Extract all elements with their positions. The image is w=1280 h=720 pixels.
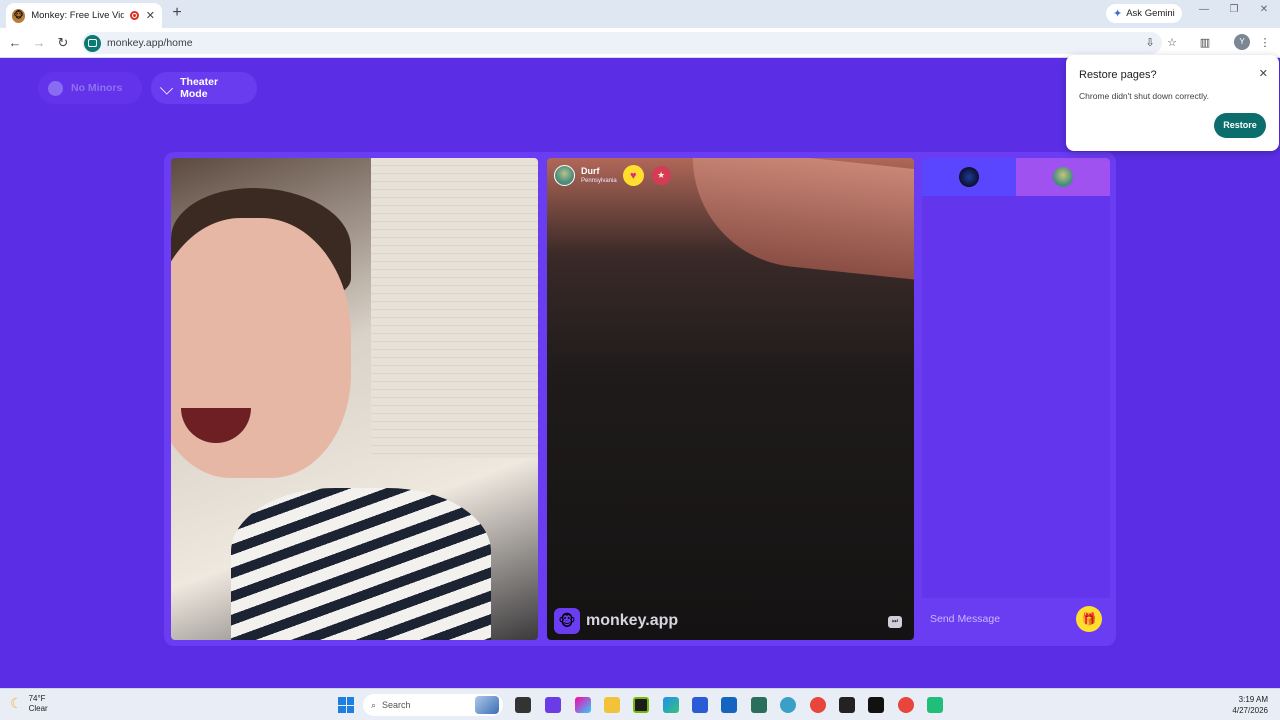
- striped-shirt: [231, 488, 491, 640]
- send-message-placeholder: Send Message: [930, 613, 1001, 625]
- taskbar-search[interactable]: ⌕ Search: [363, 694, 503, 716]
- monkey-logo-icon: 🐵: [554, 608, 580, 634]
- minimize-icon[interactable]: —: [1196, 4, 1212, 15]
- task-view-icon[interactable]: [515, 697, 531, 713]
- recording-indicator-icon: [129, 11, 139, 20]
- weather-widget[interactable]: ☾ 74°F Clear: [10, 694, 48, 713]
- new-tab-button[interactable]: +: [168, 4, 186, 22]
- twitch-icon[interactable]: [545, 697, 561, 713]
- brand-name: monkey.app: [586, 612, 679, 629]
- weather-text: 74°F Clear: [29, 694, 48, 713]
- clock-date: 4/27/2026: [1232, 706, 1268, 716]
- bookmark-star-icon[interactable]: ☆: [1163, 34, 1181, 52]
- chrome-profile-icon[interactable]: [898, 697, 914, 713]
- monkey-page: No Minors Theater Mode Durf Pennsylvania…: [0, 58, 1280, 688]
- person-face: [171, 218, 351, 478]
- edge-icon[interactable]: [663, 697, 679, 713]
- gemini-sparkle-icon: ✦: [1113, 8, 1123, 20]
- restore-title: Restore pages?: [1079, 69, 1157, 81]
- browser-tab[interactable]: 🐵 Monkey: Free Live Video Ch ✕: [6, 3, 162, 28]
- expand-icon: [160, 81, 174, 95]
- start-pane: [338, 697, 346, 705]
- chat-avatar-2: [1053, 167, 1073, 187]
- back-arrow-icon[interactable]: ←: [6, 34, 24, 52]
- search-icon: ⌕: [371, 699, 377, 710]
- menu-dots-icon[interactable]: ⋮: [1256, 34, 1274, 52]
- app-globe-icon[interactable]: [780, 697, 796, 713]
- reload-icon[interactable]: ↻: [54, 34, 72, 52]
- chat-panel: Send Message 🎁: [922, 158, 1110, 640]
- brand-watermark: 🐵 monkey.app: [554, 608, 678, 634]
- chrome-icon[interactable]: [810, 697, 826, 713]
- moon-icon: ☾: [10, 695, 23, 712]
- ask-gemini-label: Ask Gemini: [1126, 8, 1175, 19]
- url-text: monkey.app/home: [107, 37, 193, 49]
- theater-mode-label: Theater Mode: [180, 76, 219, 100]
- install-app-icon[interactable]: ⇩: [1141, 34, 1159, 52]
- video-chat-stage: Durf Pennsylvania ♥ ★ 🐵 monkey.app ⏭ Sen…: [164, 152, 1116, 646]
- windows-taskbar: ☾ 74°F Clear ⌕ Search 3:19 AM 4/27/2026: [0, 688, 1280, 720]
- store-icon[interactable]: [692, 697, 708, 713]
- close-popup-icon[interactable]: ✕: [1259, 67, 1268, 80]
- monkey-app-icon[interactable]: [927, 697, 943, 713]
- tab-close-icon[interactable]: ✕: [145, 9, 156, 22]
- vpn-icon[interactable]: [751, 697, 767, 713]
- file-explorer-icon[interactable]: [604, 697, 620, 713]
- remote-video: Durf Pennsylvania ♥ ★ 🐵 monkey.app ⏭: [547, 158, 914, 640]
- remote-ceiling: [681, 158, 914, 281]
- no-minors-label: No Minors: [71, 82, 123, 94]
- ask-gemini-button[interactable]: ✦ Ask Gemini: [1106, 4, 1182, 23]
- badge-icon[interactable]: ★: [651, 166, 671, 185]
- peer-info: Durf Pennsylvania ♥ ★: [554, 165, 671, 186]
- search-label: Search: [382, 700, 411, 710]
- gift-icon[interactable]: 🎁: [1076, 606, 1102, 632]
- tab-title: Monkey: Free Live Video Ch: [31, 10, 124, 21]
- peer-location: Pennsylvania: [581, 178, 617, 184]
- start-pane: [338, 705, 346, 713]
- heart-icon[interactable]: ♥: [622, 165, 644, 186]
- chat-avatar-1: [959, 167, 979, 187]
- side-panel-icon[interactable]: ▥: [1196, 34, 1214, 52]
- theater-mode-button[interactable]: Theater Mode: [151, 72, 257, 104]
- chat-tab-user-1[interactable]: [922, 158, 1016, 196]
- restore-pages-popup: Restore pages? Chrome didn't shut down c…: [1066, 55, 1279, 151]
- restore-message: Chrome didn't shut down correctly.: [1079, 91, 1209, 101]
- system-clock[interactable]: 3:19 AM 4/27/2026: [1232, 694, 1268, 716]
- app-m-icon[interactable]: [868, 697, 884, 713]
- close-window-icon[interactable]: ✕: [1256, 4, 1272, 15]
- nvidia-icon[interactable]: [633, 697, 649, 713]
- no-minors-toggle[interactable]: No Minors: [38, 72, 142, 104]
- start-pane: [346, 705, 354, 713]
- site-info-icon[interactable]: [84, 34, 101, 52]
- address-bar[interactable]: monkey.app/home: [82, 32, 1162, 54]
- outlook-icon[interactable]: [721, 697, 737, 713]
- weather-condition: Clear: [28, 703, 48, 713]
- peer-text: Durf Pennsylvania: [581, 166, 617, 185]
- window-blinds: [371, 158, 538, 458]
- no-minors-icon: [48, 80, 63, 96]
- browser-toolbar: ← → ↻ monkey.app/home ⇩ ☆ ▥ ⋮: [0, 28, 1280, 58]
- restore-window-icon[interactable]: ❐: [1226, 4, 1242, 15]
- restore-button[interactable]: Restore: [1214, 113, 1266, 138]
- temperature: 74°F: [28, 694, 46, 703]
- capcut-icon[interactable]: [839, 697, 855, 713]
- profile-avatar[interactable]: Y: [1234, 34, 1250, 50]
- chat-tab-user-2[interactable]: [1016, 158, 1110, 196]
- forward-arrow-icon[interactable]: →: [30, 34, 48, 52]
- clock-time: 3:19 AM: [1238, 695, 1268, 704]
- start-pane: [346, 697, 354, 705]
- peer-name: Durf: [581, 166, 600, 176]
- chat-tabs: [922, 158, 1110, 196]
- browser-tabstrip: 🐵 Monkey: Free Live Video Ch ✕ + ✦ Ask G…: [0, 0, 1280, 28]
- skip-forward-icon[interactable]: ⏭: [888, 616, 902, 628]
- start-button[interactable]: [338, 697, 354, 713]
- peer-avatar[interactable]: [554, 165, 575, 186]
- monkey-favicon-icon: 🐵: [12, 8, 26, 23]
- local-video: [171, 158, 538, 640]
- search-highlight-image: [475, 696, 499, 714]
- copilot-icon[interactable]: [575, 697, 591, 713]
